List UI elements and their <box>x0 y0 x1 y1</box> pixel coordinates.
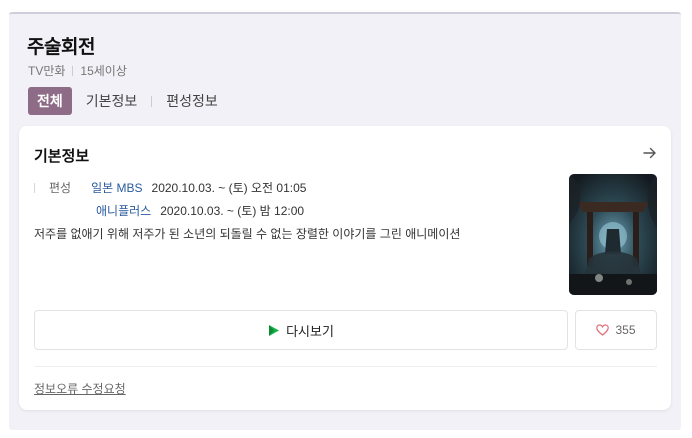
tab-divider <box>151 95 153 107</box>
divider <box>34 366 657 367</box>
like-button[interactable]: 355 <box>575 310 657 350</box>
content-panel: 주술회전 TV만화 15세이상 전체 기본정보 편성정보 기본정보 편성 일본 … <box>9 12 681 430</box>
schedule-time: 밤 12:00 <box>259 204 305 218</box>
section-title: 기본정보 <box>34 148 90 165</box>
title-meta: TV만화 15세이상 <box>28 62 127 79</box>
report-error-link[interactable]: 정보오류 수정요청 <box>34 380 126 397</box>
meta-divider <box>72 65 74 76</box>
schedule-row: 애니플러스 2020.10.03. ~ (토) 밤 12:00 <box>96 202 304 219</box>
tab-bar: 전체 기본정보 편성정보 <box>28 87 222 115</box>
schedule-time: 오전 01:05 <box>250 181 307 195</box>
poster-image[interactable] <box>569 174 657 295</box>
like-count: 355 <box>615 323 636 337</box>
tab-all[interactable]: 전체 <box>28 87 72 115</box>
schedule-day: (토) <box>237 204 257 218</box>
schedule-label: 편성 <box>49 181 72 195</box>
heart-icon <box>596 324 610 336</box>
rewatch-label: 다시보기 <box>286 323 334 339</box>
description: 저주를 없애기 위해 저주가 된 소년의 되돌릴 수 없는 장렬한 이야기를 그… <box>34 227 461 241</box>
schedule-row: 편성 일본 MBS 2020.10.03. ~ (토) 오전 01:05 <box>34 179 306 196</box>
schedule-date: 2020.10.03. ~ <box>151 180 226 195</box>
page-title: 주술회전 <box>27 37 95 58</box>
channel-link[interactable]: 일본 MBS <box>91 179 142 196</box>
genre-label: TV만화 <box>28 64 66 78</box>
arrow-right-icon[interactable] <box>643 146 657 160</box>
rating-label: 15세이상 <box>80 64 127 78</box>
rewatch-button[interactable]: 다시보기 <box>34 310 568 350</box>
channel-link[interactable]: 애니플러스 <box>96 202 151 219</box>
play-icon <box>269 324 280 336</box>
tab-basic-info[interactable]: 기본정보 <box>82 91 142 111</box>
schedule-day: (토) <box>228 181 248 195</box>
tab-schedule[interactable]: 편성정보 <box>162 91 222 111</box>
basic-info-card: 기본정보 편성 일본 MBS 2020.10.03. ~ (토) 오전 01:0… <box>19 126 671 410</box>
schedule-bar <box>34 182 35 193</box>
schedule-date: 2020.10.03. ~ <box>160 203 234 218</box>
